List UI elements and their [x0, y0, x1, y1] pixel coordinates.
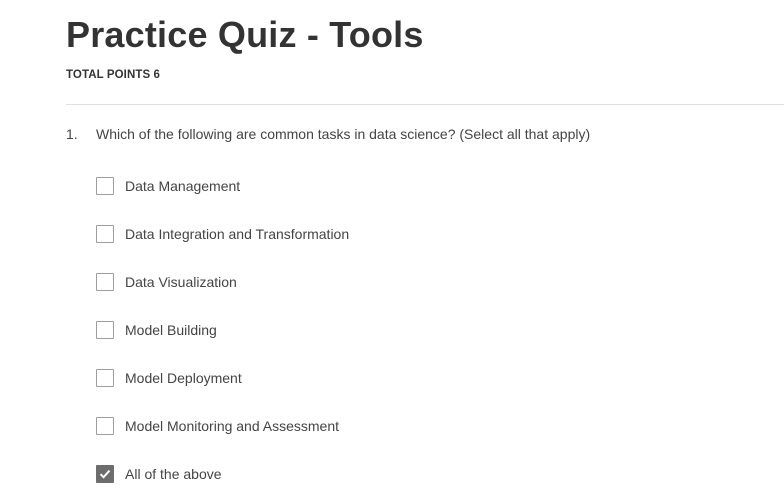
checkbox[interactable] — [96, 225, 114, 243]
option-label: Data Visualization — [125, 274, 237, 290]
option-model-monitoring[interactable]: Model Monitoring and Assessment — [96, 414, 349, 438]
checkbox[interactable] — [96, 177, 114, 195]
total-points: TOTAL POINTS 6 — [66, 69, 161, 81]
checkbox[interactable] — [96, 321, 114, 339]
quiz-page: Practice Quiz - Tools TOTAL POINTS 6 1. … — [0, 0, 784, 502]
option-label: Data Integration and Transformation — [125, 226, 350, 242]
option-label: All of the above — [125, 466, 222, 482]
question-text: Which of the following are common tasks … — [96, 126, 591, 142]
answer-options: Data Management Data Integration and Tra… — [96, 174, 349, 502]
option-label: Data Management — [125, 178, 241, 194]
checkbox[interactable] — [96, 417, 114, 435]
divider — [66, 104, 784, 105]
checkbox[interactable] — [96, 273, 114, 291]
option-data-management[interactable]: Data Management — [96, 174, 349, 198]
option-data-visualization[interactable]: Data Visualization — [96, 270, 349, 294]
option-model-building[interactable]: Model Building — [96, 318, 349, 342]
page-title: Practice Quiz - Tools — [66, 14, 424, 55]
option-label: Model Building — [125, 322, 217, 338]
option-label: Model Deployment — [125, 370, 242, 386]
checkbox[interactable] — [96, 369, 114, 387]
question-number: 1. — [66, 126, 78, 142]
option-data-integration[interactable]: Data Integration and Transformation — [96, 222, 349, 246]
option-model-deployment[interactable]: Model Deployment — [96, 366, 349, 390]
option-label: Model Monitoring and Assessment — [125, 418, 339, 434]
check-icon — [99, 469, 111, 479]
option-all-of-the-above[interactable]: All of the above — [96, 462, 349, 486]
checkbox[interactable] — [96, 465, 114, 483]
